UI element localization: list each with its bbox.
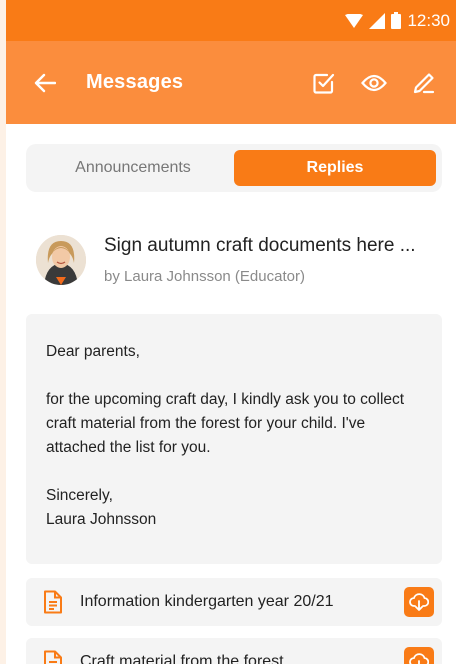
document-icon [42,650,64,664]
back-arrow-icon[interactable] [32,70,58,96]
signal-icon [369,12,386,29]
attachment-name: Information kindergarten year 20/21 [80,593,334,610]
message-signature: Laura Johnsson [46,511,157,528]
message-closing-line: Sincerely, [46,487,113,504]
message-header: Sign autumn craft documents here ... by … [36,235,416,285]
attachment-item[interactable]: Craft material from the forest [26,638,442,664]
app-bar-actions [310,69,438,97]
pencil-icon[interactable] [410,69,438,97]
eye-icon[interactable] [360,69,388,97]
cloud-download-icon[interactable] [404,647,434,664]
attachment-item[interactable]: Information kindergarten year 20/21 [26,578,442,626]
cloud-download-icon[interactable] [404,587,434,617]
message-greeting: Dear parents, [46,343,140,360]
tab-announcements[interactable]: Announcements [32,150,234,186]
avatar[interactable] [36,235,86,285]
status-bar: 12:30 [6,0,456,41]
battery-icon [391,12,402,29]
page-title: Messages [86,71,184,93]
status-time: 12:30 [407,10,450,30]
message-title[interactable]: Sign autumn craft documents here ... [104,235,416,257]
checkbox-icon[interactable] [310,69,338,97]
attachment-name: Craft material from the forest [80,653,284,664]
message-author: by Laura Johnsson (Educator) [104,268,305,285]
app-bar: Messages [6,41,456,124]
message-body: Dear parents, for the upcoming craft day… [26,314,442,564]
phone-screen: 12:30 Messages Announcements Replies Sig… [6,0,456,664]
message-header-text: Sign autumn craft documents here ... by … [104,235,416,285]
message-text: for the upcoming craft day, I kindly ask… [46,391,405,456]
message-closing: Sincerely, Laura Johnsson [46,484,422,532]
wifi-icon [345,13,364,28]
tab-replies[interactable]: Replies [234,150,436,186]
segmented-tabs: Announcements Replies [26,144,442,192]
document-icon [42,590,64,614]
